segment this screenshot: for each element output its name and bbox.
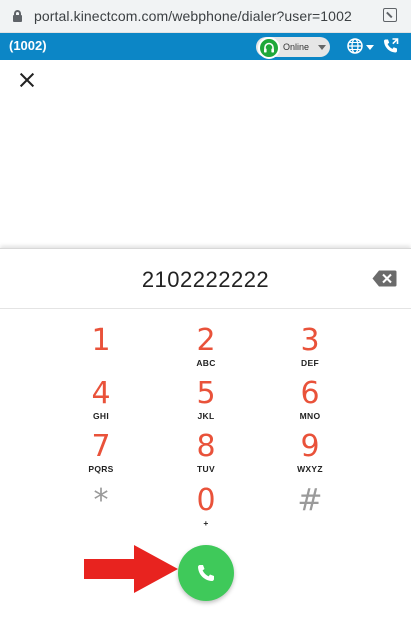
dialpad-key-hash[interactable]: # (270, 485, 350, 535)
key-digit: 6 (300, 376, 320, 411)
dialed-number[interactable]: 2102222222 (0, 267, 411, 293)
key-letters: TUV (197, 464, 215, 474)
extension-label: (1002) (9, 38, 47, 53)
address-bar[interactable]: portal.kinectcom.com/webphone/dialer?use… (0, 0, 411, 33)
key-digit: 7 (91, 429, 111, 464)
dialpad-key-5[interactable]: 5 JKL (166, 378, 246, 428)
key-letters: GHI (92, 411, 109, 421)
key-letters: JKL (197, 411, 215, 421)
dialpad-key-3[interactable]: 3 DEF (270, 325, 350, 375)
key-digit: 2 (196, 323, 216, 358)
key-digit: # (297, 483, 323, 518)
dialpad-key-7[interactable]: 7 PQRS (61, 431, 141, 481)
key-letters: WXYZ (297, 464, 323, 474)
phone-icon (198, 565, 214, 581)
key-digit: 4 (91, 376, 111, 411)
key-digit: 1 (91, 323, 111, 358)
webphone-dialer-page: portal.kinectcom.com/webphone/dialer?use… (0, 0, 411, 617)
app-header: (1002) Online (0, 33, 411, 60)
dialpad-key-2[interactable]: 2 ABC (166, 325, 246, 375)
key-letters: MNO (299, 411, 321, 421)
close-icon[interactable] (17, 70, 37, 90)
dialpad-key-6[interactable]: 6 MNO (270, 378, 350, 428)
key-digit: 8 (196, 429, 216, 464)
lock-icon[interactable] (13, 10, 22, 22)
phone-call-icon[interactable] (382, 37, 400, 55)
dialpad-key-1[interactable]: 1 (61, 325, 141, 375)
arrow-right-icon (84, 545, 178, 593)
presence-status-label: Online (283, 42, 310, 52)
key-digit: 0 (196, 483, 216, 518)
key-digit: 3 (300, 323, 320, 358)
dialpad-key-4[interactable]: 4 GHI (61, 378, 141, 428)
language-chevron-icon[interactable] (366, 45, 374, 50)
key-letters: DEF (301, 358, 319, 368)
call-button[interactable] (178, 545, 234, 601)
presence-status-dropdown[interactable]: Online (256, 37, 330, 59)
number-display-row: 2102222222 (0, 249, 411, 309)
dialpad-key-star[interactable]: * (61, 485, 141, 535)
globe-icon[interactable] (347, 38, 363, 54)
headset-icon (258, 37, 280, 59)
key-digit: 5 (196, 376, 216, 411)
dialpad-key-0[interactable]: 0 + (166, 485, 246, 535)
key-letters: ABC (196, 358, 216, 368)
open-tab-icon[interactable] (383, 8, 397, 22)
key-letters: + (203, 518, 209, 528)
backspace-icon[interactable] (372, 270, 397, 287)
key-digit: 9 (300, 429, 320, 464)
key-digit: * (93, 483, 109, 518)
key-letters: PQRS (88, 464, 114, 474)
chevron-down-icon (318, 45, 326, 50)
url-text[interactable]: portal.kinectcom.com/webphone/dialer?use… (34, 8, 352, 24)
dialpad-key-9[interactable]: 9 WXYZ (270, 431, 350, 481)
dialpad-key-8[interactable]: 8 TUV (166, 431, 246, 481)
